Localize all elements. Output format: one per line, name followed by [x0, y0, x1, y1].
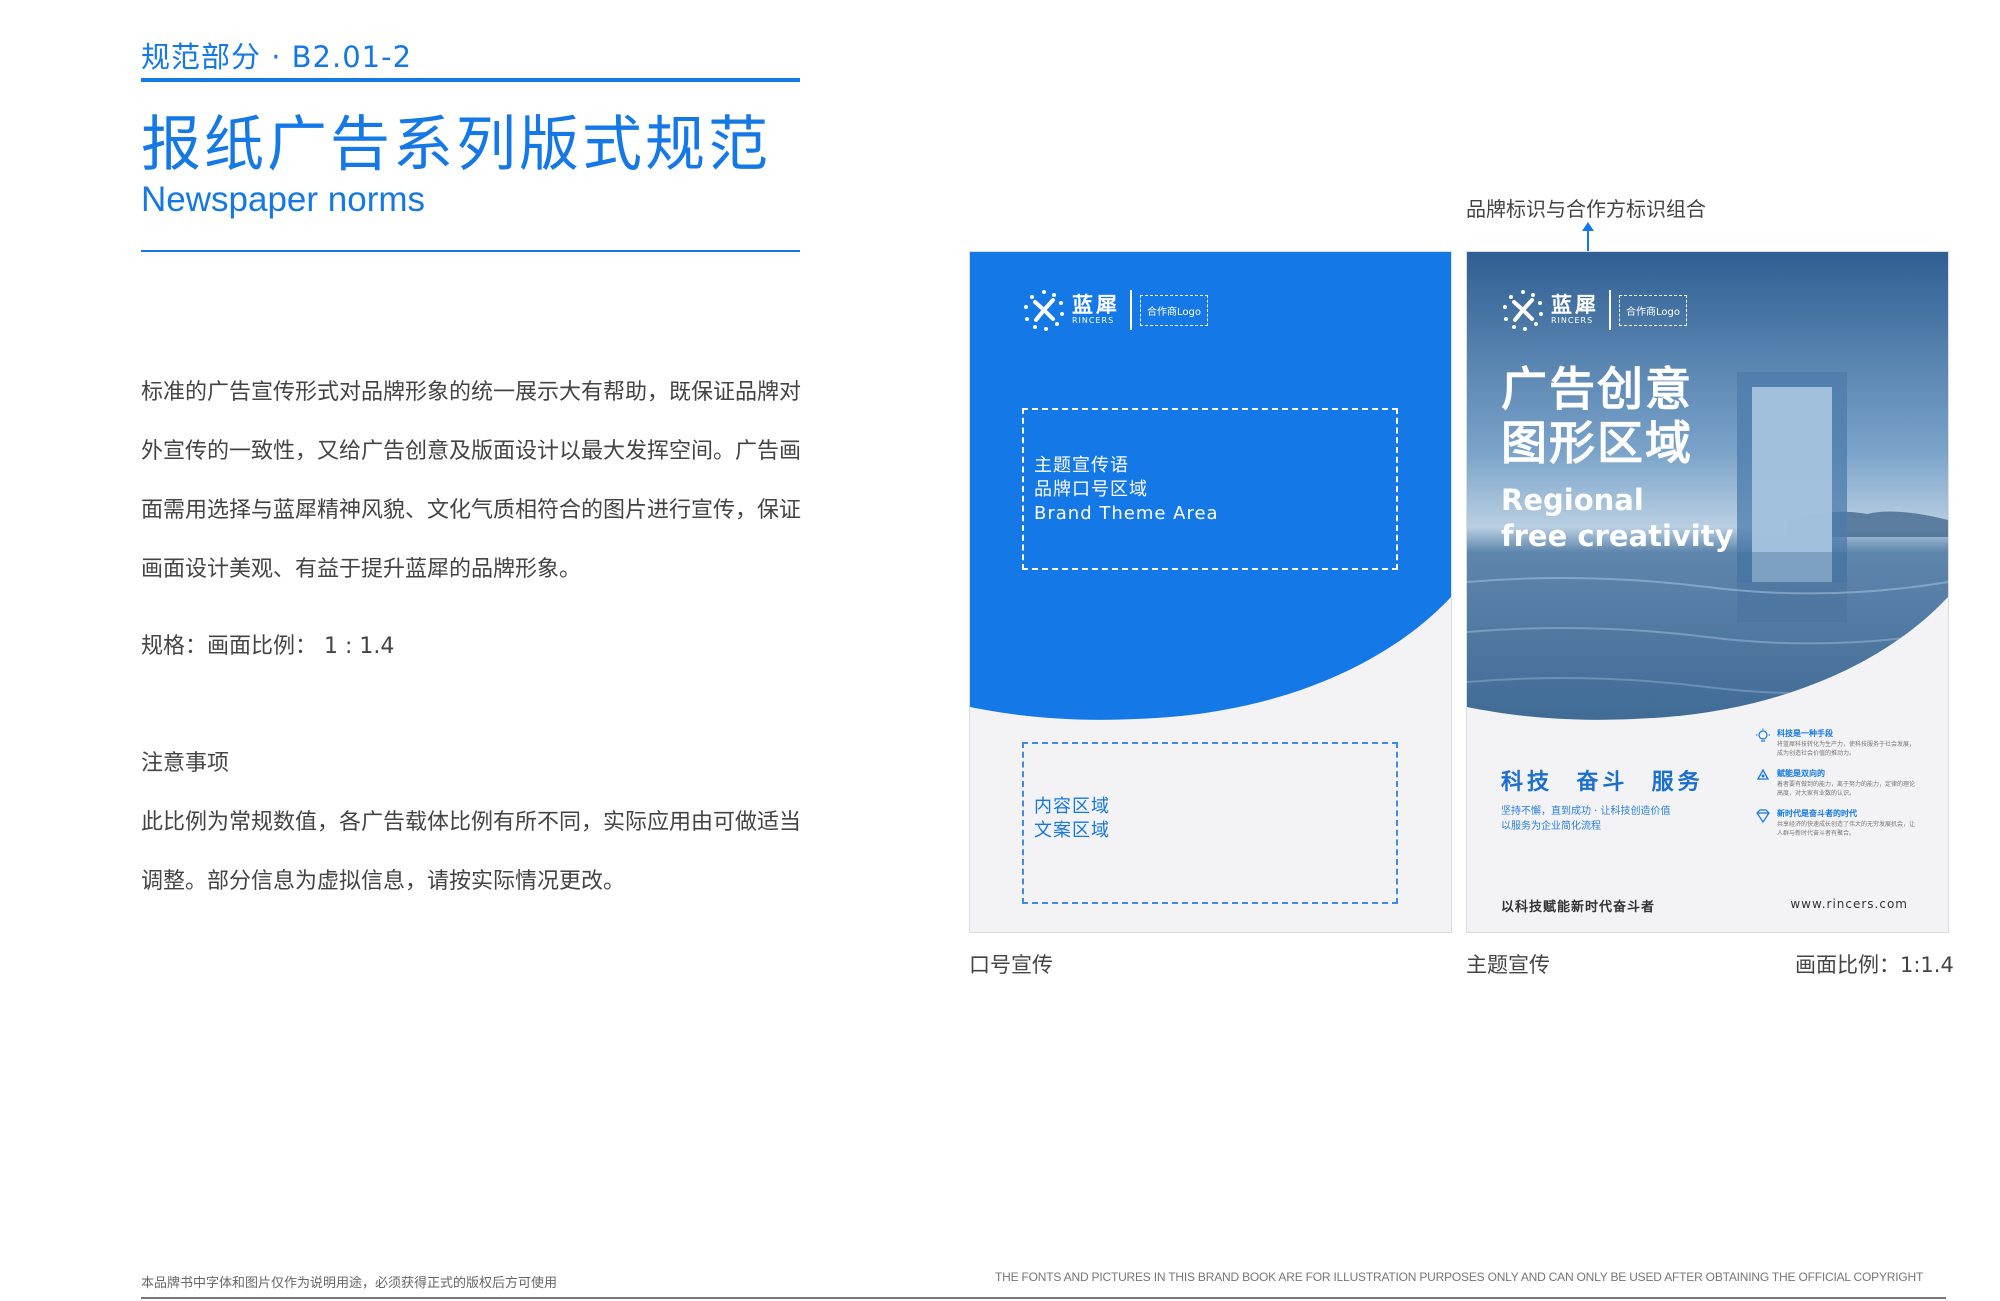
lightbulb-icon: [1756, 728, 1770, 742]
header-rule: [141, 78, 800, 82]
section-label: 规范部分 · B2.01-2: [141, 40, 413, 74]
poster-slogan: 科技 奋斗 服务: [1501, 770, 1704, 795]
poster-theme-example: 蓝犀 RINCERS 合作商Logo 广告创意 图形区域 Regional fr…: [1466, 251, 1949, 933]
logo-cn-name: 蓝犀: [1072, 293, 1120, 317]
notes-title: 注意事项: [141, 751, 230, 776]
caption-slogan-poster: 口号宣传: [969, 953, 1053, 977]
theme-area-text: 主题宣传语 品牌口号区域 Brand Theme Area: [1034, 455, 1219, 524]
intro-paragraph: 标准的广告宣传形式对品牌形象的统一展示大有帮助，既保证品牌对外宣传的一致性，又给…: [141, 380, 802, 582]
rincers-logo-icon: [1503, 290, 1543, 331]
poster-url: www.rincers.com: [1790, 897, 1908, 911]
poster-description: 坚持不懈，直到成功 · 让科技创造价值 以服务为企业简化流程: [1501, 806, 1671, 832]
page-title: 报纸广告系列版式规范: [141, 110, 771, 180]
logo-divider: [1609, 290, 1611, 330]
poster-headline-cn: 广告创意 图形区域: [1501, 362, 1693, 470]
partner-logo-placeholder: 合作商Logo: [1140, 294, 1208, 326]
caption-ratio: 画面比例：1:1.4: [1795, 953, 1954, 977]
footer-copyright-en: THE FONTS AND PICTURES IN THIS BRAND BOO…: [995, 1270, 1924, 1284]
logo-combination-annotation: 品牌标识与合作方标识组合: [1466, 197, 1706, 221]
logo-en-name: RINCERS: [1551, 316, 1594, 325]
spec-text: 规格：画面比例： 1 : 1.4: [141, 634, 395, 659]
poster-tagline: 以科技赋能新时代奋斗者: [1501, 900, 1656, 915]
logo-divider: [1130, 290, 1132, 330]
recycle-icon: [1756, 768, 1770, 780]
content-area-text: 内容区域 文案区域: [1034, 796, 1110, 841]
rincers-logo-icon: [1024, 290, 1064, 331]
brand-logo-lockup: 蓝犀 RINCERS 合作商Logo: [1022, 288, 1208, 332]
footer-copyright-cn: 本品牌书中字体和图片仅作为说明用途，必须获得正式的版权后方可使用: [141, 1276, 558, 1291]
partner-logo-placeholder: 合作商Logo: [1619, 294, 1687, 326]
poster-headline-en: Regional free creativity: [1501, 483, 1734, 553]
logo-cn-name: 蓝犀: [1551, 293, 1599, 317]
brand-logo-lockup: 蓝犀 RINCERS 合作商Logo: [1501, 288, 1687, 332]
notes-paragraph: 此比例为常规数值，各广告载体比例有所不同，实际应用由可做适当调整。部分信息为虚拟…: [141, 810, 802, 894]
caption-theme-poster: 主题宣传: [1466, 953, 1550, 977]
logo-en-name: RINCERS: [1072, 316, 1115, 325]
poster-slogan-template: 蓝犀 RINCERS 合作商Logo 主题宣传语 品牌口号区域 Brand Th…: [969, 251, 1452, 933]
footer-rule: [141, 1297, 1946, 1299]
page-subtitle: Newspaper norms: [141, 180, 425, 219]
subtitle-rule: [141, 250, 800, 252]
diamond-icon: [1756, 809, 1770, 824]
